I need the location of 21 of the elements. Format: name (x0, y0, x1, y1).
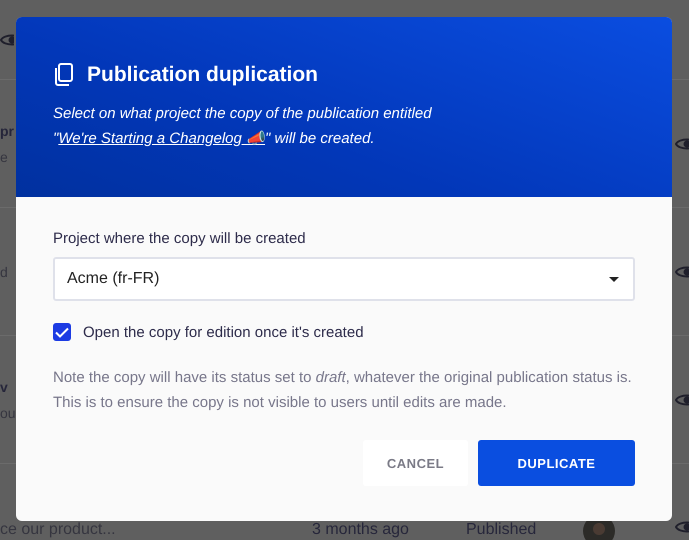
post-title: pr (0, 122, 14, 138)
checkbox-label: Open the copy for edition once it's created (83, 324, 364, 340)
checkbox[interactable] (53, 323, 71, 341)
note-text: Note the copy will have its status set to draft, whatever the original publication status is. This is to ensure the copy is not visible to users until edits are made. (53, 368, 633, 413)
post-status: Published (466, 521, 538, 538)
publication-link[interactable]: We're Starting a Changelog 📣 (58, 130, 266, 147)
dialog-description: Select on what project the copy of the publication entitled "We're Starting a Changelog 📣" will be created. (53, 104, 433, 149)
dialog-title: Publication duplication (87, 63, 318, 87)
copy-icon (53, 63, 73, 87)
cancel-button[interactable]: CANCEL (363, 440, 468, 486)
field-label: Project where the copy will be created (53, 230, 307, 247)
eye-icon (675, 392, 689, 408)
eye-icon (675, 136, 689, 152)
eye-icon (675, 264, 689, 280)
project-select[interactable]: Acme (fr-FR) (53, 257, 635, 301)
eye-icon (675, 519, 689, 535)
dropdown-caret-icon (609, 276, 619, 282)
post-date: 3 months ago (312, 521, 410, 538)
eye-icon (0, 32, 14, 48)
duplicate-button[interactable]: DUPLICATE (478, 440, 635, 486)
post-title: v (0, 378, 9, 394)
